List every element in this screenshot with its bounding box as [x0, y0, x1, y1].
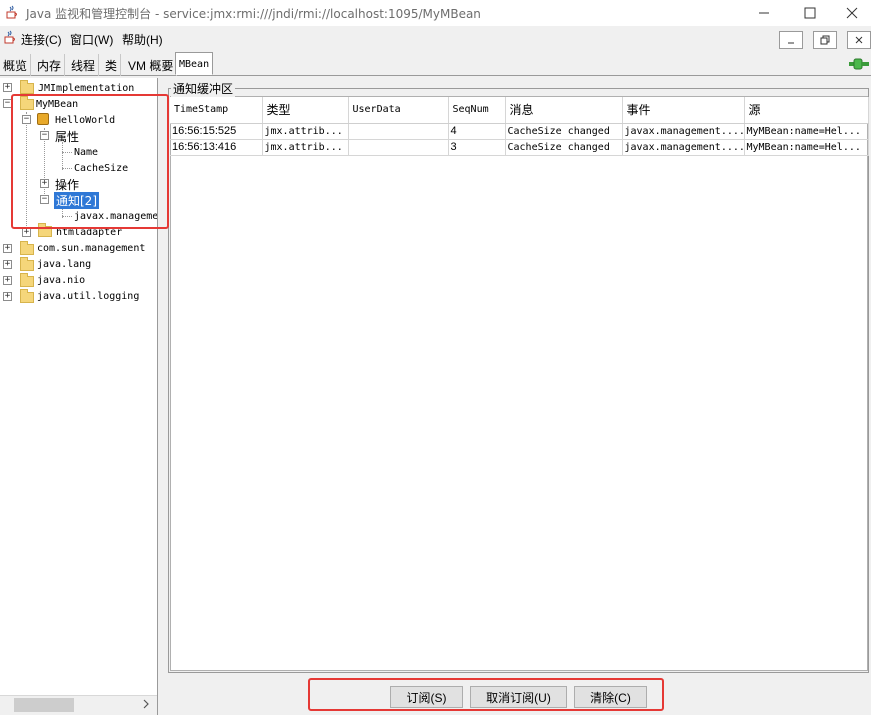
table-cell: 4: [448, 123, 506, 140]
menu-window[interactable]: 窗口(W): [70, 31, 113, 48]
inner-minimize-icon[interactable]: [779, 31, 803, 49]
table-cell: MyMBean:name=Hel...: [744, 139, 869, 156]
tree-guide-line: [62, 152, 72, 153]
folder-icon: [38, 223, 52, 237]
table-cell: CacheSize changed: [505, 123, 623, 140]
table-row[interactable]: 16:56:13:416 jmx.attrib... 3 CacheSize c…: [170, 139, 869, 156]
collapse-icon[interactable]: −: [3, 99, 12, 108]
table-row[interactable]: 16:56:15:525 jmx.attrib... 4 CacheSize c…: [170, 123, 869, 140]
tree-guide-line: [62, 142, 63, 170]
column-header-timestamp[interactable]: TimeStamp: [170, 97, 263, 124]
expand-icon[interactable]: +: [40, 179, 49, 188]
tree-guide-line: [62, 216, 72, 217]
tree-node-javax-management[interactable]: javax.management: [74, 208, 157, 224]
java-cup-icon: [4, 5, 20, 21]
folder-icon: [20, 257, 34, 271]
tree-node-notifications[interactable]: 通知[2]: [54, 191, 99, 209]
close-icon[interactable]: [833, 0, 871, 26]
tab-overview[interactable]: 概览: [0, 54, 32, 76]
table-header-row: TimeStamp 类型 UserData SeqNum 消息 事件 源: [170, 97, 869, 124]
java-cup-icon[interactable]: [2, 30, 18, 46]
notification-table-area: [170, 96, 868, 671]
maximize-icon[interactable]: [787, 0, 833, 26]
tab-threads[interactable]: 线程: [68, 54, 100, 76]
table-cell: jmx.attrib...: [262, 123, 349, 140]
connection-plug-icon: [849, 57, 869, 71]
menu-connect[interactable]: 连接(C): [21, 31, 62, 48]
table-cell: 16:56:15:525: [170, 123, 263, 140]
minimize-icon[interactable]: [741, 0, 787, 26]
tree-node-name[interactable]: Name: [74, 144, 98, 160]
notification-buffer-title: 通知缓冲区: [171, 80, 236, 97]
mbean-tree: + JMImplementation − MyMBean − HelloWorl…: [0, 78, 158, 715]
column-header-source[interactable]: 源: [744, 97, 869, 124]
inner-restore-icon[interactable]: [813, 31, 837, 49]
notification-table[interactable]: TimeStamp 类型 UserData SeqNum 消息 事件 源 16:…: [170, 97, 869, 156]
unsubscribe-button[interactable]: 取消订阅(U): [470, 686, 567, 708]
scroll-right-icon[interactable]: [142, 698, 150, 712]
tree-node-cachesize[interactable]: CacheSize: [74, 160, 128, 176]
expand-icon[interactable]: +: [22, 228, 31, 237]
table-cell: MyMBean:name=Hel...: [744, 123, 869, 140]
folder-icon: [20, 80, 34, 94]
table-cell: CacheSize changed: [505, 139, 623, 156]
tree-node-java-nio[interactable]: java.nio: [37, 272, 85, 288]
tree-node-java-util-logging[interactable]: java.util.logging: [37, 288, 139, 304]
tree-node-operations[interactable]: 操作: [55, 176, 79, 192]
subscribe-button[interactable]: 订阅(S): [390, 686, 463, 708]
collapse-icon[interactable]: −: [40, 195, 49, 204]
column-header-event[interactable]: 事件: [622, 97, 745, 124]
folder-icon: [20, 273, 34, 287]
tree-node-com-sun-management[interactable]: com.sun.management: [37, 240, 145, 256]
tab-classes[interactable]: 类: [102, 54, 122, 76]
mbean-icon: [37, 113, 49, 125]
table-cell: jmx.attrib...: [262, 139, 349, 156]
table-cell: javax.management....: [622, 123, 745, 140]
expand-icon[interactable]: +: [3, 276, 12, 285]
tree-node-helloworld[interactable]: HelloWorld: [55, 112, 115, 128]
column-header-seqnum[interactable]: SeqNum: [448, 97, 506, 124]
folder-icon: [20, 241, 34, 255]
table-cell: 3: [448, 139, 506, 156]
tree-guide-line: [26, 112, 27, 234]
expand-icon[interactable]: +: [3, 260, 12, 269]
column-header-type[interactable]: 类型: [262, 97, 349, 124]
column-header-message[interactable]: 消息: [505, 97, 623, 124]
table-cell: javax.management....: [622, 139, 745, 156]
tree-node-jmimplementation[interactable]: JMImplementation: [38, 80, 134, 96]
tab-vm-summary[interactable]: VM 概要: [125, 54, 178, 76]
tree-node-attributes[interactable]: 属性: [55, 128, 79, 144]
clear-button[interactable]: 清除(C): [574, 686, 647, 708]
tree-guide-line: [62, 168, 72, 169]
collapse-icon[interactable]: −: [22, 115, 31, 124]
window-title: Java 监视和管理控制台 - service:jmx:rmi:///jndi/…: [26, 7, 481, 21]
expand-icon[interactable]: +: [3, 83, 12, 92]
column-header-userdata[interactable]: UserData: [348, 97, 449, 124]
tree-node-java-lang[interactable]: java.lang: [37, 256, 91, 272]
table-cell: [348, 139, 449, 156]
folder-icon: [20, 96, 34, 110]
expand-icon[interactable]: +: [3, 292, 12, 301]
inner-close-icon[interactable]: [847, 31, 871, 49]
tree-node-htmladapter[interactable]: htmladapter: [56, 224, 122, 240]
expand-icon[interactable]: +: [3, 244, 12, 253]
collapse-icon[interactable]: −: [40, 131, 49, 140]
table-cell: [348, 123, 449, 140]
scrollbar-thumb[interactable]: [14, 698, 74, 712]
folder-icon: [20, 289, 34, 303]
tree-node-mymbean[interactable]: MyMBean: [36, 96, 78, 112]
table-cell: 16:56:13:416: [170, 139, 263, 156]
menu-help[interactable]: 帮助(H): [122, 31, 163, 48]
tab-memory[interactable]: 内存: [34, 54, 66, 76]
tab-mbean[interactable]: MBean: [175, 52, 214, 75]
